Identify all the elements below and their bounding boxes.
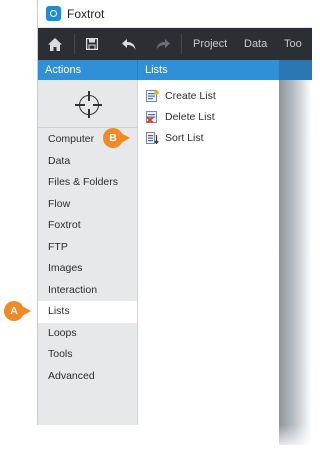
home-icon bbox=[48, 37, 62, 51]
crosshair-icon bbox=[85, 101, 93, 109]
redo-icon bbox=[156, 38, 170, 50]
category-images[interactable]: Images bbox=[38, 258, 137, 280]
action-delete-list[interactable]: Delete List bbox=[146, 108, 215, 126]
callout-b-badge: B bbox=[103, 128, 123, 148]
lists-header: Lists bbox=[138, 60, 279, 80]
divider bbox=[38, 127, 137, 128]
callout-a-badge: A bbox=[4, 301, 24, 321]
action-label: Delete List bbox=[165, 111, 215, 123]
save-button[interactable] bbox=[75, 28, 109, 60]
sort-list-icon bbox=[146, 132, 159, 144]
toolbar: Project Data Too bbox=[38, 28, 312, 60]
window-shadow bbox=[279, 80, 312, 445]
actions-header: Actions bbox=[38, 60, 137, 80]
actions-panel: Computer Data Files & Folders Flow Foxtr… bbox=[38, 80, 138, 425]
menu-project[interactable]: Project bbox=[193, 38, 227, 50]
category-data[interactable]: Data bbox=[38, 151, 137, 173]
save-icon bbox=[86, 38, 98, 50]
create-list-icon bbox=[146, 90, 159, 102]
category-ftp[interactable]: FTP bbox=[38, 237, 137, 259]
callout-pointer bbox=[22, 306, 31, 316]
callout-label: B bbox=[109, 132, 117, 144]
delete-list-icon bbox=[146, 111, 157, 123]
app-title: Foxtrot bbox=[67, 7, 105, 21]
category-files-folders[interactable]: Files & Folders bbox=[38, 172, 137, 194]
undo-button[interactable] bbox=[112, 28, 146, 60]
category-interaction[interactable]: Interaction bbox=[38, 280, 137, 302]
callout-pointer bbox=[121, 133, 130, 143]
category-loops[interactable]: Loops bbox=[38, 323, 137, 345]
callout-label: A bbox=[10, 305, 18, 317]
lists-panel: Create List Delete List Sort List bbox=[138, 80, 279, 425]
redo-button[interactable] bbox=[146, 28, 180, 60]
category-flow[interactable]: Flow bbox=[38, 194, 137, 216]
window-fade bbox=[37, 425, 312, 451]
action-label: Create List bbox=[165, 90, 216, 102]
category-lists[interactable]: Lists bbox=[38, 301, 137, 323]
action-create-list[interactable]: Create List bbox=[146, 87, 216, 105]
toolbar-separator bbox=[181, 34, 182, 54]
category-tools[interactable]: Tools bbox=[38, 344, 137, 366]
action-label: Sort List bbox=[165, 132, 204, 144]
menu-data[interactable]: Data bbox=[244, 38, 267, 50]
category-foxtrot[interactable]: Foxtrot bbox=[38, 215, 137, 237]
category-list: Computer Data Files & Folders Flow Foxtr… bbox=[38, 129, 137, 387]
header-extension bbox=[279, 60, 312, 80]
category-advanced[interactable]: Advanced bbox=[38, 366, 137, 388]
undo-icon bbox=[122, 38, 136, 50]
foxtrot-logo-icon bbox=[46, 6, 61, 21]
title-bar: Foxtrot bbox=[38, 0, 312, 28]
home-button[interactable] bbox=[38, 28, 72, 60]
menu-tools[interactable]: Too bbox=[284, 38, 302, 50]
action-sort-list[interactable]: Sort List bbox=[146, 129, 204, 147]
